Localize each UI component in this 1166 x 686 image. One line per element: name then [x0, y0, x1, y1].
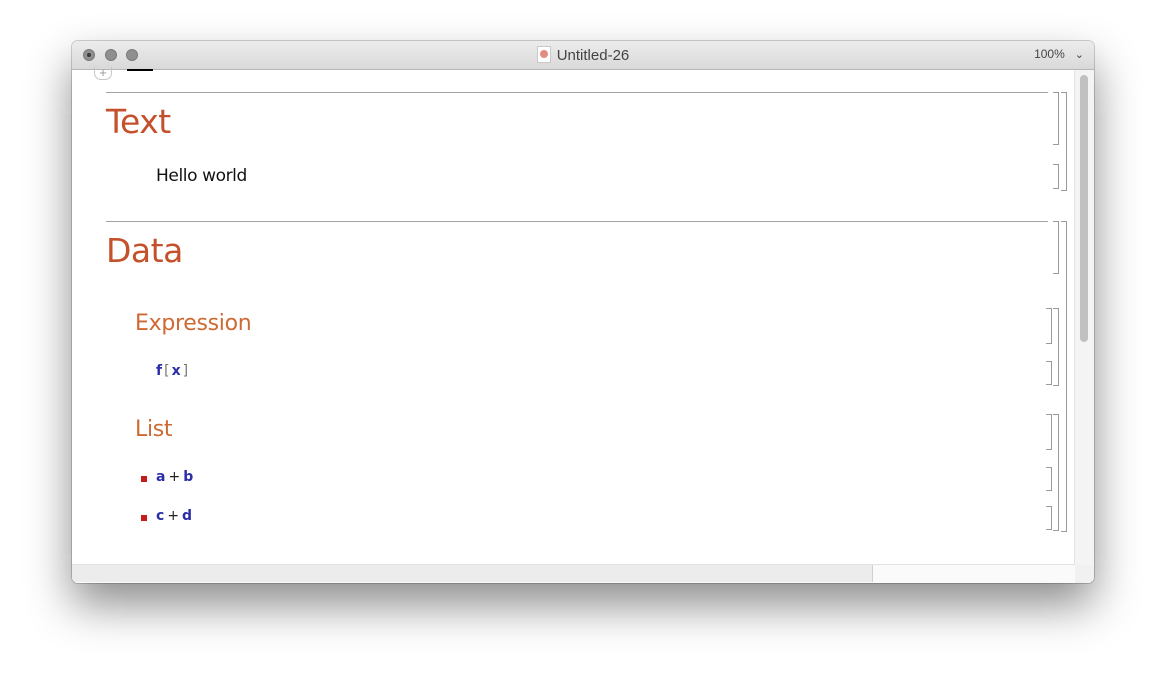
subsection-title-expression[interactable]: Expression — [135, 311, 252, 336]
list-bullet-icon — [141, 476, 147, 482]
cell-insertion-point — [127, 69, 153, 71]
window-title-wrap: Untitled-26 — [72, 46, 1094, 65]
cell-bracket[interactable] — [1046, 308, 1052, 344]
horizontal-scrollbar[interactable] — [72, 564, 1075, 583]
document-icon — [536, 46, 551, 63]
section-divider — [106, 92, 1048, 93]
section-title-data[interactable]: Data — [106, 231, 183, 270]
cell-group-bracket[interactable] — [1061, 92, 1067, 191]
code-bracket: [ — [164, 363, 170, 379]
list-bullet-icon — [141, 515, 147, 521]
chevron-down-icon: ⌄ — [1074, 49, 1084, 61]
text-cell[interactable]: Hello world — [156, 166, 247, 186]
zoom-menu[interactable]: 100% ⌄ — [1034, 47, 1084, 61]
code-symbol: c — [156, 508, 165, 524]
cell-bracket[interactable] — [1046, 361, 1052, 385]
scroll-corner — [1075, 565, 1094, 583]
cell-group-bracket[interactable] — [1053, 414, 1059, 531]
notebook-content[interactable]: + Text Hello world Data Expression f[x] … — [72, 66, 1075, 565]
code-symbol: f — [156, 363, 163, 379]
code-bracket: ] — [182, 363, 189, 379]
list-item[interactable]: a + b — [156, 469, 193, 485]
code-symbol: a — [156, 469, 166, 485]
vertical-scrollbar[interactable] — [1074, 70, 1094, 565]
notebook-window: Untitled-26 100% ⌄ + Text Hello world Dat… — [72, 41, 1094, 583]
code-symbol: x — [171, 363, 181, 379]
section-title-text[interactable]: Text — [106, 102, 171, 141]
vertical-scroll-thumb[interactable] — [1080, 75, 1088, 342]
window-title: Untitled-26 — [556, 47, 630, 64]
title-bar: Untitled-26 100% ⌄ — [72, 41, 1094, 70]
zoom-level: 100% — [1034, 47, 1065, 61]
horizontal-scroll-thumb[interactable] — [72, 565, 873, 582]
code-symbol: b — [183, 469, 194, 485]
cell-group-bracket[interactable] — [1061, 221, 1067, 532]
cell-bracket[interactable] — [1053, 92, 1059, 145]
list-item[interactable]: c + d — [156, 508, 192, 524]
code-operator: + — [168, 469, 181, 485]
cell-group-bracket[interactable] — [1053, 308, 1059, 386]
cell-bracket[interactable] — [1053, 164, 1059, 189]
insert-cell-button[interactable]: + — [94, 66, 112, 80]
cell-bracket[interactable] — [1046, 414, 1052, 450]
cell-bracket[interactable] — [1046, 506, 1052, 530]
section-divider — [106, 221, 1048, 222]
cell-bracket[interactable] — [1053, 221, 1059, 274]
cell-bracket[interactable] — [1046, 467, 1052, 491]
code-operator: + — [167, 508, 180, 524]
code-symbol: d — [182, 508, 193, 524]
input-cell-expression[interactable]: f[x] — [156, 363, 190, 379]
subsection-title-list[interactable]: List — [135, 417, 173, 442]
